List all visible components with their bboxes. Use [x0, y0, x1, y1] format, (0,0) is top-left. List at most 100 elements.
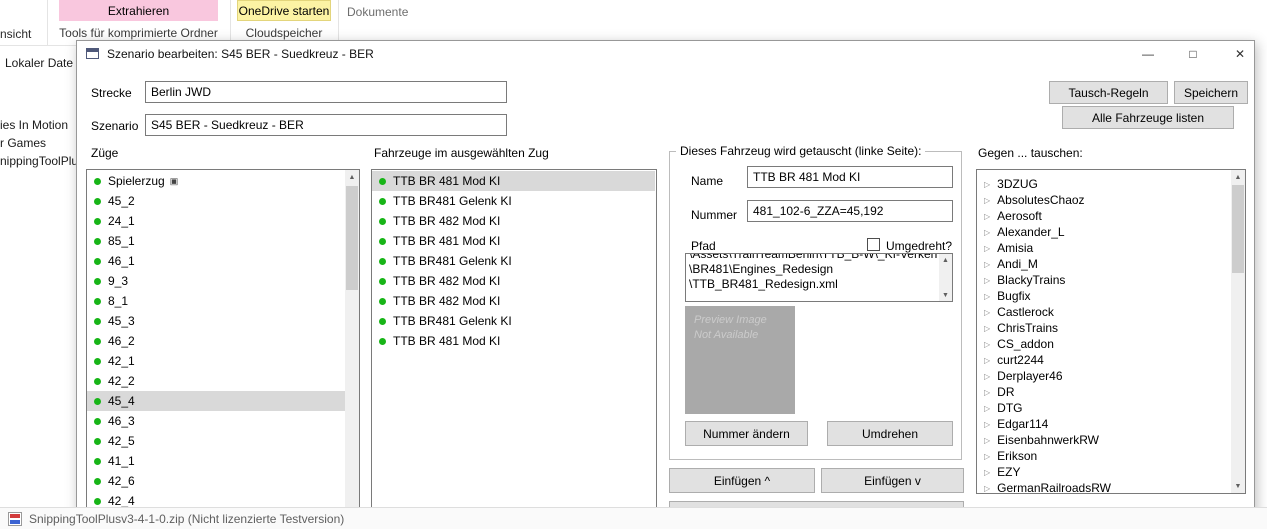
fahrzeug-list-item[interactable]: TTB BR 481 Mod KI [372, 171, 655, 191]
umgedreht-checkbox[interactable] [867, 238, 880, 251]
explorer-tree-item[interactable]: r Games [0, 134, 78, 152]
provider-tree-item[interactable]: ▷ Aerosoft [977, 208, 1231, 224]
documents-label[interactable]: Dokumente [347, 5, 408, 19]
zug-list-item[interactable]: 45_3 [87, 311, 345, 331]
zug-list-item[interactable]: 24_1 [87, 211, 345, 231]
provider-tree-item[interactable]: ▷ 3DZUG [977, 176, 1231, 192]
provider-tree-item[interactable]: ▷ EZY [977, 464, 1231, 480]
expand-icon[interactable]: ▷ [984, 404, 990, 413]
zug-list-item[interactable]: 42_2 [87, 371, 345, 391]
expand-icon[interactable]: ▷ [984, 372, 990, 381]
provider-tree-item[interactable]: ▷ Amisia [977, 240, 1231, 256]
zug-list-item[interactable]: 8_1 [87, 291, 345, 311]
pfad-scrollbar[interactable]: ▲ ▼ [939, 254, 952, 301]
ribbon-tab-cloudstorage[interactable]: Cloudspeicher [237, 26, 331, 40]
zug-list-item[interactable]: 46_3 [87, 411, 345, 431]
provider-tree-item[interactable]: ▷ GermanRailroadsRW [977, 480, 1231, 494]
provider-tree-item[interactable]: ▷ CS_addon [977, 336, 1231, 352]
minimize-button[interactable]: — [1133, 42, 1163, 66]
provider-tree-item[interactable]: ▷ AbsolutesChaoz [977, 192, 1231, 208]
fahrzeug-list-item[interactable]: TTB BR 482 Mod KI [372, 211, 655, 231]
scroll-up-icon[interactable]: ▲ [939, 254, 952, 266]
explorer-tree-item[interactable]: nippingToolPlus [0, 152, 78, 170]
strecke-input[interactable] [145, 81, 507, 103]
pfad-textarea[interactable]: \Assets\TrainTeamBerlin\TTB_B-W\_KI-Verk… [685, 253, 953, 302]
expand-icon[interactable]: ▷ [984, 228, 990, 237]
provider-tree-item[interactable]: ▷ Bugfix [977, 288, 1231, 304]
expand-icon[interactable]: ▷ [984, 324, 990, 333]
provider-tree-item[interactable]: ▷ Alexander_L [977, 224, 1231, 240]
scroll-up-icon[interactable]: ▲ [1231, 170, 1245, 184]
zug-list-item[interactable]: 42_1 [87, 351, 345, 371]
provider-tree-item[interactable]: ▷ Erikson [977, 448, 1231, 464]
umdrehen-button[interactable]: Umdrehen [827, 421, 953, 446]
fahrzeug-list-item[interactable]: TTB BR 481 Mod KI [372, 331, 655, 351]
provider-tree-item[interactable]: ▷ Andi_M [977, 256, 1231, 272]
zuege-scrollbar[interactable]: ▲ [345, 170, 359, 529]
expand-icon[interactable]: ▷ [984, 484, 990, 493]
expand-icon[interactable]: ▷ [984, 292, 990, 301]
fahrzeug-list-item[interactable]: TTB BR481 Gelenk KI [372, 191, 655, 211]
expand-icon[interactable]: ▷ [984, 244, 990, 253]
expand-icon[interactable]: ▷ [984, 180, 990, 189]
zug-list-item[interactable]: 45_4 [87, 391, 345, 411]
fahrzeug-list-item[interactable]: TTB BR 482 Mod KI [372, 291, 655, 311]
dialog-titlebar[interactable]: Szenario bearbeiten: S45 BER - Suedkreuz… [77, 41, 1254, 67]
einfuegen-down-button[interactable]: Einfügen v [821, 468, 964, 493]
extract-ribbon-button[interactable]: Extrahieren [59, 0, 218, 21]
provider-tree-item[interactable]: ▷ Derplayer46 [977, 368, 1231, 384]
onedrive-start-button[interactable]: OneDrive starten [237, 0, 331, 21]
zug-list-item[interactable]: 46_1 [87, 251, 345, 271]
expand-icon[interactable]: ▷ [984, 388, 990, 397]
zug-list-item[interactable]: Spielerzug ▣ [87, 171, 345, 191]
scroll-down-icon[interactable]: ▼ [1231, 479, 1245, 493]
ribbon-tab-compressed-tools[interactable]: Tools für komprimierte Ordner [59, 26, 218, 40]
expand-icon[interactable]: ▷ [984, 212, 990, 221]
scrollbar-thumb[interactable] [1232, 185, 1244, 273]
expand-icon[interactable]: ▷ [984, 308, 990, 317]
szenario-input[interactable] [145, 114, 507, 136]
expand-icon[interactable]: ▷ [984, 196, 990, 205]
maximize-button[interactable]: □ [1178, 42, 1208, 66]
provider-tree-item[interactable]: ▷ Castlerock [977, 304, 1231, 320]
provider-tree-item[interactable]: ▷ DR [977, 384, 1231, 400]
alle-fahrzeuge-listen-button[interactable]: Alle Fahrzeuge listen [1062, 106, 1234, 129]
expand-icon[interactable]: ▷ [984, 468, 990, 477]
close-button[interactable]: ✕ [1225, 42, 1255, 66]
provider-tree-item[interactable]: ▷ DTG [977, 400, 1231, 416]
zug-list-item[interactable]: 42_6 [87, 471, 345, 491]
fahrzeug-list-item[interactable]: TTB BR481 Gelenk KI [372, 311, 655, 331]
fahrzeug-list-item[interactable]: TTB BR 482 Mod KI [372, 271, 655, 291]
speichern-button[interactable]: Speichern [1174, 81, 1248, 104]
provider-tree-item[interactable]: ▷ curt2244 [977, 352, 1231, 368]
zug-list-item[interactable]: 42_5 [87, 431, 345, 451]
expand-icon[interactable]: ▷ [984, 260, 990, 269]
provider-tree-item[interactable]: ▷ EisenbahnwerkRW [977, 432, 1231, 448]
expand-icon[interactable]: ▷ [984, 452, 990, 461]
tausch-regeln-button[interactable]: Tausch-Regeln [1049, 81, 1168, 104]
zug-list-item[interactable]: 9_3 [87, 271, 345, 291]
zug-list-item[interactable]: 45_2 [87, 191, 345, 211]
provider-tree-item[interactable]: ▷ ChrisTrains [977, 320, 1231, 336]
provider-tree-item[interactable]: ▷ BlackyTrains [977, 272, 1231, 288]
nummer-aendern-button[interactable]: Nummer ändern [685, 421, 808, 446]
zug-list-item[interactable]: 85_1 [87, 231, 345, 251]
zug-list-item[interactable]: 41_1 [87, 451, 345, 471]
fahrzeug-list-item[interactable]: TTB BR481 Gelenk KI [372, 251, 655, 271]
expand-icon[interactable]: ▷ [984, 356, 990, 365]
scroll-up-icon[interactable]: ▲ [345, 170, 359, 184]
name-input[interactable] [747, 166, 953, 188]
scrollbar-thumb[interactable] [346, 186, 358, 290]
expand-icon[interactable]: ▷ [984, 276, 990, 285]
zug-list-item[interactable]: 46_2 [87, 331, 345, 351]
einfuegen-up-button[interactable]: Einfügen ^ [669, 468, 815, 493]
gegen-scrollbar[interactable]: ▲ ▼ [1231, 170, 1245, 493]
expand-icon[interactable]: ▷ [984, 420, 990, 429]
expand-icon[interactable]: ▷ [984, 340, 990, 349]
explorer-tree-item[interactable]: ies In Motion [0, 116, 78, 134]
fahrzeug-list-item[interactable]: TTB BR 481 Mod KI [372, 231, 655, 251]
expand-icon[interactable]: ▷ [984, 436, 990, 445]
nummer-input[interactable] [747, 200, 953, 222]
provider-tree-item[interactable]: ▷ Edgar114 [977, 416, 1231, 432]
view-tab-partial[interactable]: nsicht [0, 27, 31, 41]
